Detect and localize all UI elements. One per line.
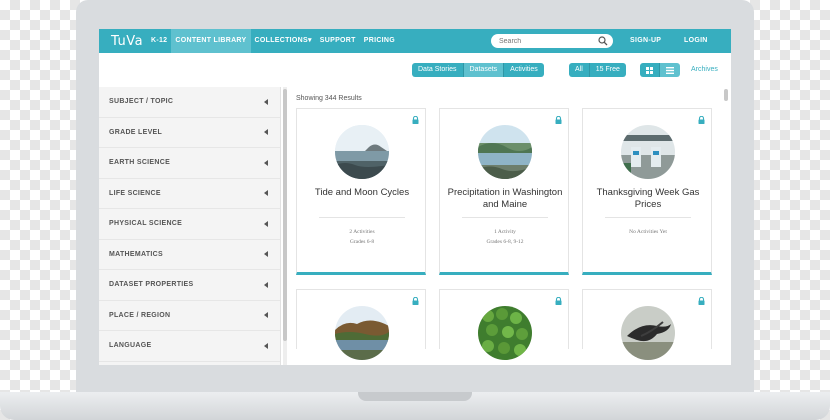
filter-label: MATHEMATICS <box>109 250 163 258</box>
nav-support[interactable]: SUPPORT <box>316 29 360 53</box>
card-activities: No Activities Yet <box>629 229 667 235</box>
search-box[interactable] <box>491 34 613 48</box>
grid-view-icon <box>646 66 653 74</box>
lock-icon <box>698 116 705 124</box>
dataset-card[interactable]: Tide and Moon Cycles 2 Activities Grades … <box>296 108 426 275</box>
caret-left-icon <box>264 281 268 288</box>
card-divider <box>605 217 691 218</box>
card-title[interactable]: Thanksgiving Week Gas Prices <box>589 187 707 211</box>
search-icon[interactable] <box>598 36 608 46</box>
card-title[interactable]: Tide and Moon Cycles <box>303 187 421 199</box>
filter-grade-level[interactable]: GRADE LEVEL <box>99 118 280 148</box>
nav-content-library[interactable]: CONTENT LIBRARY <box>171 29 251 53</box>
filter-physical-science[interactable]: PHYSICAL SCIENCE <box>99 209 280 240</box>
caret-left-icon <box>264 129 268 136</box>
nav-pricing[interactable]: PRICING <box>360 29 399 53</box>
type-toggle: Data Stories Datasets Activities <box>412 63 544 77</box>
results-scrollbar[interactable] <box>724 89 728 101</box>
signup-link[interactable]: SIGN-UP <box>626 29 665 53</box>
card-meta: 2 Activities Grades 6-8 <box>303 227 421 247</box>
list-view-button[interactable] <box>660 63 680 77</box>
filter-label: GRADE LEVEL <box>109 128 163 136</box>
lock-icon <box>412 297 419 305</box>
card-grades: Grades 6-8, 9-12 <box>486 239 524 245</box>
type-datasets[interactable]: Datasets <box>463 63 505 77</box>
coastline-photo <box>335 125 389 179</box>
lock-icon <box>555 116 562 124</box>
lock-icon <box>698 297 705 305</box>
filter-free[interactable]: 15 Free <box>589 63 626 77</box>
caret-left-icon <box>264 312 268 319</box>
filter-dataset-properties[interactable]: DATASET PROPERTIES <box>99 270 280 301</box>
dataset-card[interactable] <box>439 289 569 360</box>
lock-icon <box>555 297 562 305</box>
results-count: Showing 344 Results <box>296 95 362 102</box>
filter-label: LANGUAGE <box>109 342 152 350</box>
filter-subject-topic[interactable]: SUBJECT / TOPIC <box>99 87 280 118</box>
login-link[interactable]: LOGIN <box>680 29 712 53</box>
filter-label: EARTH SCIENCE <box>109 159 171 167</box>
moss-photo <box>478 306 532 360</box>
caret-left-icon <box>264 190 268 197</box>
dataset-card[interactable] <box>296 289 426 360</box>
river-photo <box>335 306 389 360</box>
filter-place-region[interactable]: PLACE / REGION <box>99 301 280 331</box>
filter-label: DATASET PROPERTIES <box>109 281 194 289</box>
gas-station-photo <box>621 125 675 179</box>
view-toggle <box>640 63 680 77</box>
card-activities: 1 Activity <box>494 229 516 235</box>
lake-photo <box>478 125 532 179</box>
nav-k12[interactable]: K-12 <box>147 29 171 53</box>
app-screen: TuVa K-12 CONTENT LIBRARY COLLECTIONS▾ S… <box>99 29 731 365</box>
card-grades: Grades 6-8 <box>349 239 375 245</box>
card-divider <box>319 217 405 218</box>
filter-all[interactable]: All <box>569 63 590 77</box>
card-title[interactable]: Precipitation in Washington and Maine <box>446 187 564 211</box>
filter-life-science[interactable]: LIFE SCIENCE <box>99 179 280 209</box>
dataset-card[interactable] <box>582 289 712 360</box>
caret-left-icon <box>264 159 268 166</box>
filter-label: PLACE / REGION <box>109 311 171 319</box>
top-navbar: TuVa K-12 CONTENT LIBRARY COLLECTIONS▾ S… <box>99 29 731 53</box>
card-meta: No Activities Yet <box>589 227 707 237</box>
card-meta: 1 Activity Grades 6-8, 9-12 <box>446 227 564 247</box>
list-view-icon <box>666 66 674 74</box>
filter-label: SUBJECT / TOPIC <box>109 98 174 106</box>
caret-left-icon <box>264 220 268 227</box>
filter-earth-science[interactable]: EARTH SCIENCE <box>99 148 280 179</box>
card-activities: 2 Activities <box>349 229 375 235</box>
caret-left-icon <box>264 251 268 258</box>
filter-sidebar: SUBJECT / TOPIC GRADE LEVEL EARTH SCIENC… <box>99 87 281 365</box>
type-data-stories[interactable]: Data Stories <box>412 63 464 77</box>
bird-photo <box>621 306 675 360</box>
dataset-card[interactable]: Thanksgiving Week Gas Prices No Activiti… <box>582 108 712 275</box>
access-toggle: All 15 Free <box>569 63 626 77</box>
filter-language[interactable]: LANGUAGE <box>99 331 280 362</box>
filter-mathematics[interactable]: MATHEMATICS <box>99 240 280 270</box>
nav-collections[interactable]: COLLECTIONS▾ <box>251 29 316 53</box>
caret-left-icon <box>264 98 268 105</box>
filter-label: LIFE SCIENCE <box>109 189 161 197</box>
lock-icon <box>412 116 419 124</box>
card-divider <box>462 217 548 218</box>
archives-link[interactable]: Archives <box>691 66 718 73</box>
dataset-card[interactable]: Precipitation in Washington and Maine 1 … <box>439 108 569 275</box>
caret-left-icon <box>264 342 268 349</box>
tuva-logo[interactable]: TuVa <box>111 34 147 49</box>
grid-view-button[interactable] <box>640 63 660 77</box>
filter-label: PHYSICAL SCIENCE <box>109 220 183 228</box>
type-activities[interactable]: Activities <box>504 63 544 77</box>
search-input[interactable] <box>499 37 595 45</box>
sidebar-scrollbar[interactable] <box>283 89 287 341</box>
laptop-notch <box>358 392 472 401</box>
